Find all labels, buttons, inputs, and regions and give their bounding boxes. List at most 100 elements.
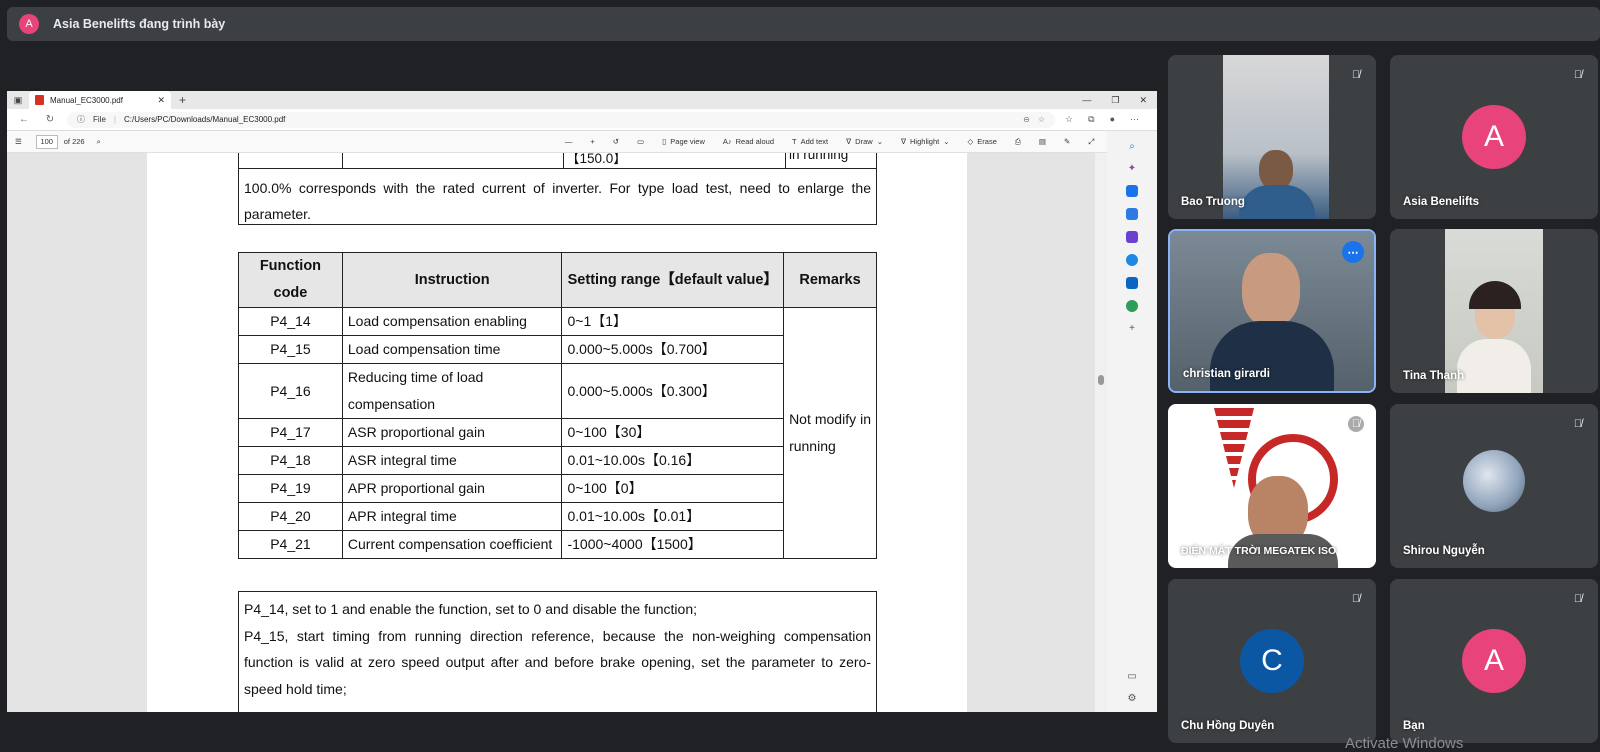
outlook-icon[interactable] <box>1126 277 1138 289</box>
add-text-label: Add text <box>800 137 829 146</box>
instruction: ASR proportional gain <box>341 418 563 447</box>
mic-off-icon: 🎙̸ <box>1351 593 1361 605</box>
mic-off-icon: 🎙̸ <box>1348 416 1364 432</box>
scroll-thumb[interactable] <box>1098 375 1104 385</box>
setting-range: 0~100【30】 <box>561 418 785 447</box>
more-menu-icon[interactable]: ⋯ <box>1130 114 1139 125</box>
participant-tile-active-speaker[interactable]: ⋯ christian girardi <box>1168 229 1376 393</box>
participant-name: ĐIỆN MẶT TRỜI MEGATEK ISO <box>1181 545 1337 557</box>
rotate-icon[interactable]: ↺ <box>613 137 619 146</box>
tab-actions-icon[interactable]: ▣ <box>7 95 29 106</box>
avatar: A <box>1462 105 1526 169</box>
table-row: P4_15 Load compensation time 0.000~5.000… <box>238 335 877 364</box>
pdf-viewer[interactable]: 【150.0】 in running 100.0% corresponds wi… <box>7 153 1107 712</box>
sidebar-toggle-icon[interactable]: ▭ <box>1127 671 1136 682</box>
presenter-label: Asia Benelifts đang trình bày <box>53 17 226 31</box>
mic-off-icon: 🎙̸ <box>1573 418 1583 430</box>
mic-off-icon: 🎙̸ <box>1573 69 1583 81</box>
collections-icon[interactable]: ⧉ <box>1088 114 1094 125</box>
setting-range: 0.01~10.00s【0.01】 <box>561 502 785 531</box>
favorites-icon[interactable]: ☆ <box>1065 114 1073 125</box>
mic-off-icon: 🎙̸ <box>1573 593 1583 605</box>
header-setting-range: Setting range【default value】 <box>561 252 785 308</box>
participant-name: Bao Truong <box>1181 196 1245 208</box>
setting-range: -1000~4000【1500】 <box>561 530 785 559</box>
table-row: P4_16 Reducing time of load compensation… <box>238 363 877 419</box>
people-icon[interactable] <box>1126 231 1138 243</box>
eraser-icon: ◇ <box>967 137 974 146</box>
function-code: P4_17 <box>238 418 343 447</box>
page-number-input[interactable]: 100 <box>35 134 58 149</box>
more-options-icon[interactable]: ⋯ <box>1342 241 1364 263</box>
tools-icon[interactable] <box>1126 208 1138 220</box>
zoom-out-icon[interactable]: — <box>565 137 573 146</box>
header-remarks: Remarks <box>783 252 877 308</box>
read-aloud-icon: A♪ <box>722 137 732 146</box>
search-icon[interactable]: ⌕ <box>97 137 101 147</box>
previous-range-text: 【150.0】 <box>566 153 627 166</box>
add-text-button[interactable]: T Add text <box>792 137 828 146</box>
participant-tile[interactable]: 🎙̸ ĐIỆN MẶT TRỜI MEGATEK ISO <box>1168 404 1376 568</box>
search-icon[interactable]: ⌕ <box>1129 141 1135 152</box>
minimize-icon[interactable]: — <box>1082 95 1091 106</box>
function-code: P4_15 <box>238 335 343 364</box>
settings-icon[interactable]: ⚙ <box>1128 693 1137 704</box>
highlight-label: Highlight <box>910 137 940 146</box>
window-close-icon[interactable]: ✕ <box>1139 95 1147 106</box>
highlight-button[interactable]: ∇ Highlight ⌄ <box>901 137 950 146</box>
participant-tile[interactable]: 🎙̸ A Asia Benelifts <box>1390 55 1598 219</box>
zoom-icon[interactable]: ⊖ <box>1023 115 1030 124</box>
new-tab-icon[interactable]: + <box>179 93 186 107</box>
url-field[interactable]: ⓘ File | C:/Users/PC/Downloads/Manual_EC… <box>67 111 1056 128</box>
header-function-code: Function code <box>238 252 343 308</box>
fit-page-icon[interactable]: ▭ <box>637 137 644 146</box>
mic-off-icon: 🎙̸ <box>1351 69 1361 81</box>
instruction: ASR integral time <box>341 446 563 475</box>
activate-windows-watermark: Activate Windows <box>1345 735 1464 752</box>
notes-box: P4_14, set to 1 and enable the function,… <box>238 591 877 712</box>
instruction: Load compensation enabling <box>341 307 563 336</box>
erase-button[interactable]: ◇ Erase <box>968 137 997 146</box>
back-icon[interactable]: ← <box>15 114 33 125</box>
zoom-in-icon[interactable]: + <box>590 137 594 146</box>
close-icon[interactable]: ✕ <box>157 95 165 106</box>
favorite-icon[interactable]: ☆ <box>1038 115 1045 124</box>
url-text: C:/Users/PC/Downloads/Manual_EC3000.pdf <box>123 115 286 124</box>
contents-icon[interactable]: ☰ <box>15 137 22 146</box>
participant-tile-self[interactable]: 🎙̸ A Bạn <box>1390 579 1598 743</box>
page-view-button[interactable]: ▯ Page view <box>662 137 705 146</box>
pdf-toolbar: ☰ 100 of 226 ⌕ — + ↺ ▭ ▯ Page view A♪ Read… <box>7 131 1157 153</box>
participant-video <box>1168 404 1376 568</box>
shopping-icon[interactable] <box>1126 185 1138 197</box>
save-as-icon[interactable]: ✎ <box>1064 137 1070 146</box>
office-icon[interactable] <box>1126 254 1138 266</box>
participant-name: Shirou Nguyễn <box>1403 545 1485 557</box>
profile-icon[interactable]: ● <box>1110 114 1115 125</box>
instruction: Current compensation coefficient <box>341 530 563 559</box>
participant-name: Bạn <box>1403 720 1425 732</box>
table-row: P4_19 APR proportional gain 0~100【0】 <box>238 474 877 503</box>
avatar <box>1463 450 1525 512</box>
save-icon[interactable]: ▤ <box>1039 137 1046 146</box>
add-icon[interactable]: + <box>1129 323 1135 334</box>
print-icon[interactable]: ⎙ <box>1015 137 1021 147</box>
participant-tile[interactable]: 🎙̸ C Chu Hồng Duyên <box>1168 579 1376 743</box>
read-aloud-button[interactable]: A♪ Read aloud <box>723 137 774 146</box>
participant-tile[interactable]: 🎙̸ Bao Truong <box>1168 55 1376 219</box>
refresh-icon[interactable]: ↻ <box>41 114 59 125</box>
table-row: P4_21 Current compensation coefficient -… <box>238 530 877 559</box>
address-bar: ← ↻ ⓘ File | C:/Users/PC/Downloads/Manua… <box>7 109 1157 131</box>
table-row: P4_20 APR integral time 0.01~10.00s【0.01… <box>238 502 877 531</box>
participant-tile[interactable]: 🎙̸ Shirou Nguyễn <box>1390 404 1598 568</box>
restore-icon[interactable]: ❐ <box>1111 95 1119 106</box>
browser-tab[interactable]: Manual_EC3000.pdf ✕ <box>29 91 171 109</box>
setting-range: 0.000~5.000s【0.700】 <box>561 335 785 364</box>
fullscreen-icon[interactable]: ⤢ <box>1088 137 1094 147</box>
participant-tile[interactable]: Tina Thanh <box>1390 229 1598 393</box>
draw-button[interactable]: ∇ Draw ⌄ <box>846 137 883 146</box>
scrollbar[interactable] <box>1095 153 1107 712</box>
copilot-icon[interactable]: ✦ <box>1128 163 1136 174</box>
presenter-bar: A Asia Benelifts đang trình bày <box>7 7 1600 41</box>
function-code: P4_16 <box>238 363 343 419</box>
drop-icon[interactable] <box>1126 300 1138 312</box>
